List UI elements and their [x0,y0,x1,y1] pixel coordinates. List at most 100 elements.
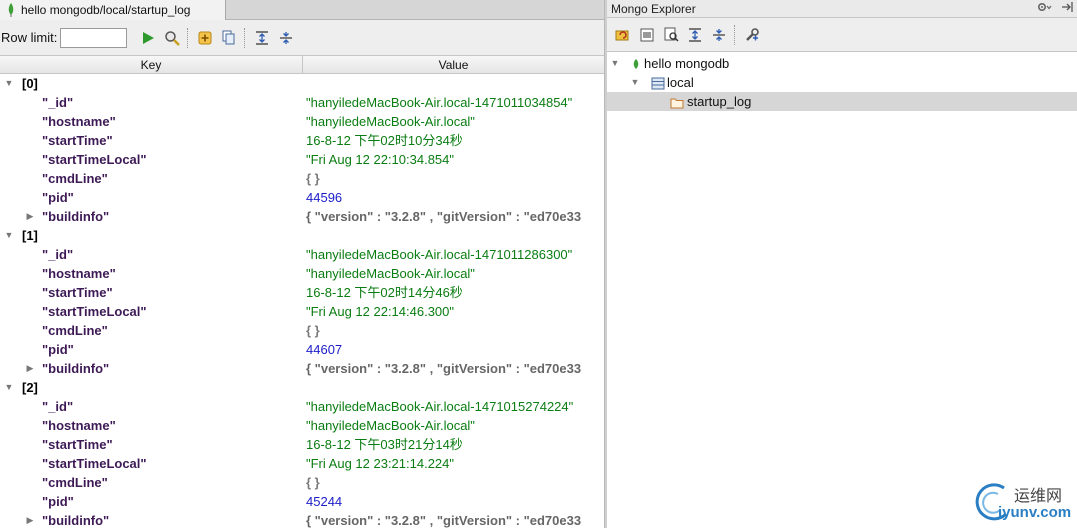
field-row[interactable]: "hostname" "hanyiledeMacBook-Air.local" [0,264,604,283]
document-index: [2] [22,380,38,395]
field-row[interactable]: "pid" 44607 [0,340,604,359]
row-limit-input[interactable] [60,27,128,48]
results-panel: hello mongodb/local/startup_log Row limi… [0,0,604,528]
field-row[interactable]: ▶ "buildinfo" { "version" : "3.2.8" , "git… [0,511,604,528]
tree-server-label: hello mongodb [644,56,730,71]
field-row[interactable]: "startTimeLocal" "Fri Aug 12 23:21:14.224… [0,454,604,473]
field-key: "cmdLine" [42,171,108,186]
field-key: "startTime" [42,133,113,148]
console-icon [640,28,654,41]
field-value: 16-8-12 下午03时21分14秒 [306,437,463,452]
tree-node-collection[interactable]: startup_log [607,92,1077,111]
field-row[interactable]: ▶ "buildinfo" { "version" : "3.2.8" , "git… [0,359,604,378]
field-key: "startTime" [42,437,113,452]
field-value: "hanyiledeMacBook-Air.local-147101128630… [306,247,573,262]
document-row[interactable]: ▼ [1] [0,226,604,245]
field-value: { } [306,171,320,186]
field-row[interactable]: "hostname" "hanyiledeMacBook-Air.local" [0,416,604,435]
query-button[interactable] [660,24,682,46]
collapse-triangle-icon[interactable]: ▼ [3,226,15,245]
field-row[interactable]: "pid" 45244 [0,492,604,511]
field-row[interactable]: "startTimeLocal" "Fri Aug 12 22:10:34.854… [0,150,604,169]
database-icon [651,76,665,90]
toolbar-separator [244,27,246,48]
field-key: "_id" [42,399,74,414]
field-value: 44607 [306,342,343,357]
expand-triangle-icon[interactable]: ▶ [24,511,36,528]
field-row[interactable]: "startTimeLocal" "Fri Aug 12 22:14:46.300… [0,302,604,321]
mongo-explorer-panel: Mongo Explorer ▼ hello mongodb ▼ local s… [607,0,1077,528]
collapse-triangle-icon[interactable]: ▼ [3,74,15,93]
explorer-expand-all-button[interactable] [684,24,706,46]
collapse-all-icon [713,28,725,41]
value-column-header[interactable]: Value [303,56,604,74]
explorer-collapse-all-button[interactable] [708,24,730,46]
find-button[interactable] [161,27,183,49]
field-row[interactable]: "pid" 44596 [0,188,604,207]
field-value: "hanyiledeMacBook-Air.local" [306,114,475,129]
field-key: "cmdLine" [42,323,108,338]
site-watermark: 运维网 iyunv.com [970,478,1075,526]
results-toolbar: Row limit: [0,20,604,56]
field-value: "hanyiledeMacBook-Air.local" [306,266,475,281]
expand-all-icon [689,27,701,42]
mongodb-leaf-icon [4,3,18,17]
field-value: "Fri Aug 12 22:10:34.854" [306,152,455,167]
field-row[interactable]: "hostname" "hanyiledeMacBook-Air.local" [0,112,604,131]
document-row[interactable]: ▼ [2] [0,378,604,397]
field-row[interactable]: "startTime" 16-8-12 下午03时21分14秒 [0,435,604,454]
tree-database-label: local [667,75,694,90]
settings-button[interactable] [741,24,763,46]
tree-node-database[interactable]: ▼ local [607,73,1077,92]
hide-panel-icon[interactable] [1061,0,1073,18]
run-query-button[interactable] [137,27,159,49]
field-row[interactable]: ▶ "buildinfo" { "version" : "3.2.8" , "git… [0,207,604,226]
field-key: "_id" [42,95,74,110]
field-key: "pid" [42,190,74,205]
field-value: 16-8-12 下午02时14分46秒 [306,285,463,300]
collapse-triangle-icon[interactable]: ▼ [629,73,641,92]
expand-all-icon [256,30,269,45]
field-key: "startTime" [42,285,113,300]
field-row[interactable]: "cmdLine" { } [0,321,604,340]
console-button[interactable] [636,24,658,46]
copy-icon [222,30,235,45]
field-row[interactable]: "startTime" 16-8-12 下午02时14分46秒 [0,283,604,302]
editor-tab[interactable]: hello mongodb/local/startup_log [0,0,226,20]
expand-triangle-icon[interactable]: ▶ [24,207,36,226]
expand-all-button[interactable] [251,27,273,49]
field-row[interactable]: "_id" "hanyiledeMacBook-Air.local-1471011… [0,93,604,112]
field-value: 45244 [306,494,343,509]
field-key: "buildinfo" [42,209,110,224]
tree-collection-label: startup_log [687,94,752,109]
collapse-all-button[interactable] [275,27,297,49]
explorer-tree: ▼ hello mongodb ▼ local startup_log [607,54,1077,111]
document-row[interactable]: ▼ [0] [0,74,604,93]
add-icon [198,31,212,44]
folder-icon [670,95,684,109]
field-row[interactable]: "cmdLine" { } [0,169,604,188]
collapse-triangle-icon[interactable]: ▼ [609,54,621,73]
collapse-triangle-icon[interactable]: ▼ [3,378,15,397]
results-column-header: Key Value [0,56,604,74]
field-key: "hostname" [42,418,116,433]
key-column-header[interactable]: Key [0,56,303,74]
field-key: "hostname" [42,114,116,129]
field-row[interactable]: "_id" "hanyiledeMacBook-Air.local-1471015… [0,397,604,416]
refresh-button[interactable] [612,24,634,46]
copy-button[interactable] [218,27,240,49]
field-row[interactable]: "cmdLine" { } [0,473,604,492]
field-value: { "version" : "3.2.8" , "gitVersion" : "… [306,209,582,224]
field-value: { } [306,323,320,338]
tree-node-server[interactable]: ▼ hello mongodb [607,54,1077,73]
field-row[interactable]: "startTime" 16-8-12 下午02时10分34秒 [0,131,604,150]
gear-icon[interactable] [1037,0,1053,18]
expand-triangle-icon[interactable]: ▶ [24,359,36,378]
field-key: "buildinfo" [42,361,110,376]
add-document-button[interactable] [194,27,216,49]
field-value: "hanyiledeMacBook-Air.local" [306,418,475,433]
field-key: "pid" [42,342,74,357]
play-icon [143,31,155,44]
field-row[interactable]: "_id" "hanyiledeMacBook-Air.local-1471011… [0,245,604,264]
refresh-icon [615,30,629,40]
